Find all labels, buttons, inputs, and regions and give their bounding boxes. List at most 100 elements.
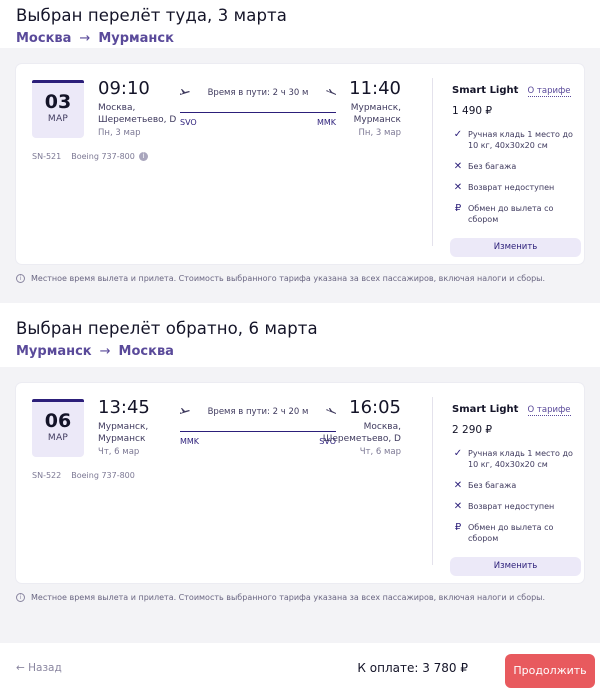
tariff-name: Smart Light <box>452 85 519 96</box>
feature-hand-luggage: ✓ Ручная кладь 1 место до 10 кг, 40х30х20… <box>452 129 582 151</box>
feature-text: Ручная кладь 1 место до <box>468 130 573 139</box>
cross-icon: ✕ <box>453 161 463 172</box>
tariff-price: 2 290 ₽ <box>452 424 493 436</box>
departure-block: 13:45 Мурманск, Мурманск Чт, 6 мар <box>98 397 150 457</box>
cross-icon: ✕ <box>453 501 463 512</box>
feature-baggage: ✕ Без багажа <box>452 480 582 491</box>
date-month: МАР <box>47 433 69 443</box>
outbound-flight-card: 03 МАР 09:10 Москва, Шереметьево, D Пн, … <box>16 64 584 264</box>
plane-landing-icon <box>325 89 336 95</box>
return-flight-card: 06 МАР 13:45 Мурманск, Мурманск Чт, 6 ма… <box>16 383 584 583</box>
code-from: SVO <box>180 118 197 127</box>
arrival-city: Москва, <box>363 422 401 432</box>
feature-hand-luggage: ✓ Ручная кладь 1 место до 10 кг, 40х30х20… <box>452 448 582 470</box>
code-to: MMK <box>316 118 336 127</box>
total-to-pay: К оплате: 3 780 ₽ <box>357 660 468 675</box>
feature-refund: ✕ Возврат недоступен <box>452 182 582 193</box>
arrival-airport: Шереметьево, D <box>322 434 401 444</box>
tariff-info-link[interactable]: О тарифе <box>527 405 571 416</box>
outbound-title: Выбран перелёт туда, 3 марта <box>16 6 287 25</box>
arrival-time: 11:40 <box>349 78 401 99</box>
route-to: Мурманск <box>98 31 174 46</box>
departure-place: Москва, Шереметьево, D <box>98 102 176 126</box>
change-tariff-button[interactable]: Изменить <box>450 557 581 576</box>
info-icon[interactable]: i <box>138 152 148 161</box>
return-zone: 06 МАР 13:45 Мурманск, Мурманск Чт, 6 ма… <box>0 367 600 627</box>
arrival-block: 11:40 Мурманск, Мурманск Пн, 3 мар <box>349 78 401 138</box>
arrival-block: 16:05 Москва, Шереметьево, D Чт, 6 мар <box>323 397 401 457</box>
ruble-icon: ₽ <box>454 522 462 533</box>
outbound-route: Москва → Мурманск <box>16 31 584 46</box>
tariff-block: Smart Light О тарифе 1 490 ₽ ✓ Ручная кл… <box>452 78 582 225</box>
note-text: Местное время вылета и прилета. Стоимост… <box>31 593 546 602</box>
route-timeline: Время в пути: 2 ч 20 м MMK SVO <box>180 407 336 446</box>
check-icon: ✓ <box>453 448 463 459</box>
arrow-right-icon: → <box>79 31 91 46</box>
plane-takeoff-icon <box>180 89 190 95</box>
departure-airport: Шереметьево, D <box>98 115 177 125</box>
flight-duration: Время в пути: 2 ч 30 м <box>207 88 309 98</box>
route-line <box>180 431 336 432</box>
route-from: Мурманск <box>16 344 92 359</box>
outbound-zone: 03 МАР 09:10 Москва, Шереметьево, D Пн, … <box>0 48 600 303</box>
checkout-footer: ← Назад К оплате: 3 780 ₽ Продолжить <box>0 643 600 692</box>
tariff-info-link[interactable]: О тарифе <box>527 86 571 97</box>
change-tariff-button[interactable]: Изменить <box>450 238 581 257</box>
feature-text: Обмен до вылета со <box>468 204 554 213</box>
arrival-place: Москва, Шереметьево, D <box>323 421 401 445</box>
departure-time: 09:10 <box>98 78 150 99</box>
tariff-name: Smart Light <box>452 404 519 415</box>
date-day: 06 <box>44 410 72 432</box>
feature-exchange: ₽ Обмен до вылета со сбором <box>452 522 582 544</box>
arrival-day: Пн, 3 мар <box>358 128 401 138</box>
departure-day: Пн, 3 мар <box>98 128 141 138</box>
arrival-airport: Мурманск <box>353 115 401 125</box>
feature-text: Возврат недоступен <box>468 183 555 192</box>
arrival-place: Мурманск, Мурманск <box>349 102 401 126</box>
route-timeline: Время в пути: 2 ч 30 м SVO MMK <box>180 88 336 127</box>
note-text: Местное время вылета и прилета. Стоимост… <box>31 274 546 283</box>
price-note: i Местное время вылета и прилета. Стоимо… <box>16 583 584 602</box>
return-title: Выбран перелёт обратно, 6 марта <box>16 319 318 338</box>
arrival-day: Чт, 6 мар <box>359 447 401 457</box>
code-from: MMK <box>180 437 200 446</box>
departure-day: Чт, 6 мар <box>98 447 140 457</box>
cross-icon: ✕ <box>453 480 463 491</box>
price-note: i Местное время вылета и прилета. Стоимо… <box>16 264 584 283</box>
departure-city: Мурманск, <box>98 422 149 432</box>
arrow-right-icon: → <box>99 344 111 359</box>
flight-number: SN-522 <box>32 471 62 480</box>
route-from: Москва <box>16 31 72 46</box>
check-icon: ✓ <box>453 129 463 140</box>
departure-block: 09:10 Москва, Шереметьево, D Пн, 3 мар <box>98 78 176 138</box>
feature-text: Обмен до вылета со <box>468 523 554 532</box>
feature-baggage: ✕ Без багажа <box>452 161 582 172</box>
feature-text: сбором <box>468 534 499 543</box>
feature-exchange: ₽ Обмен до вылета со сбором <box>452 203 582 225</box>
continue-button[interactable]: Продолжить <box>505 654 595 688</box>
plane-takeoff-icon <box>180 408 190 414</box>
info-circle-icon: i <box>16 274 25 283</box>
feature-text: Возврат недоступен <box>468 502 555 511</box>
feature-text: Без багажа <box>468 481 517 490</box>
tariff-block: Smart Light О тарифе 2 290 ₽ ✓ Ручная кл… <box>452 397 582 544</box>
date-day: 03 <box>44 91 72 113</box>
feature-text: сбором <box>468 215 499 224</box>
info-circle-icon: i <box>16 593 25 602</box>
departure-time: 13:45 <box>98 397 150 418</box>
departure-place: Мурманск, Мурманск <box>98 421 150 445</box>
route-to: Москва <box>118 344 174 359</box>
flight-number: SN-521 <box>32 152 62 161</box>
feature-refund: ✕ Возврат недоступен <box>452 501 582 512</box>
feature-text: 10 кг, 40х30х20 см <box>468 460 548 469</box>
ruble-icon: ₽ <box>454 203 462 214</box>
flight-duration: Время в пути: 2 ч 20 м <box>207 407 309 417</box>
feature-text: Ручная кладь 1 место до <box>468 449 573 458</box>
date-badge: 03 МАР <box>32 80 84 138</box>
departure-airport: Мурманск <box>98 434 146 444</box>
tariff-price: 1 490 ₽ <box>452 105 493 117</box>
back-link[interactable]: ← Назад <box>16 662 62 674</box>
return-route: Мурманск → Москва <box>16 344 584 359</box>
feature-text: 10 кг, 40х30х20 см <box>468 141 548 150</box>
divider <box>432 78 433 246</box>
